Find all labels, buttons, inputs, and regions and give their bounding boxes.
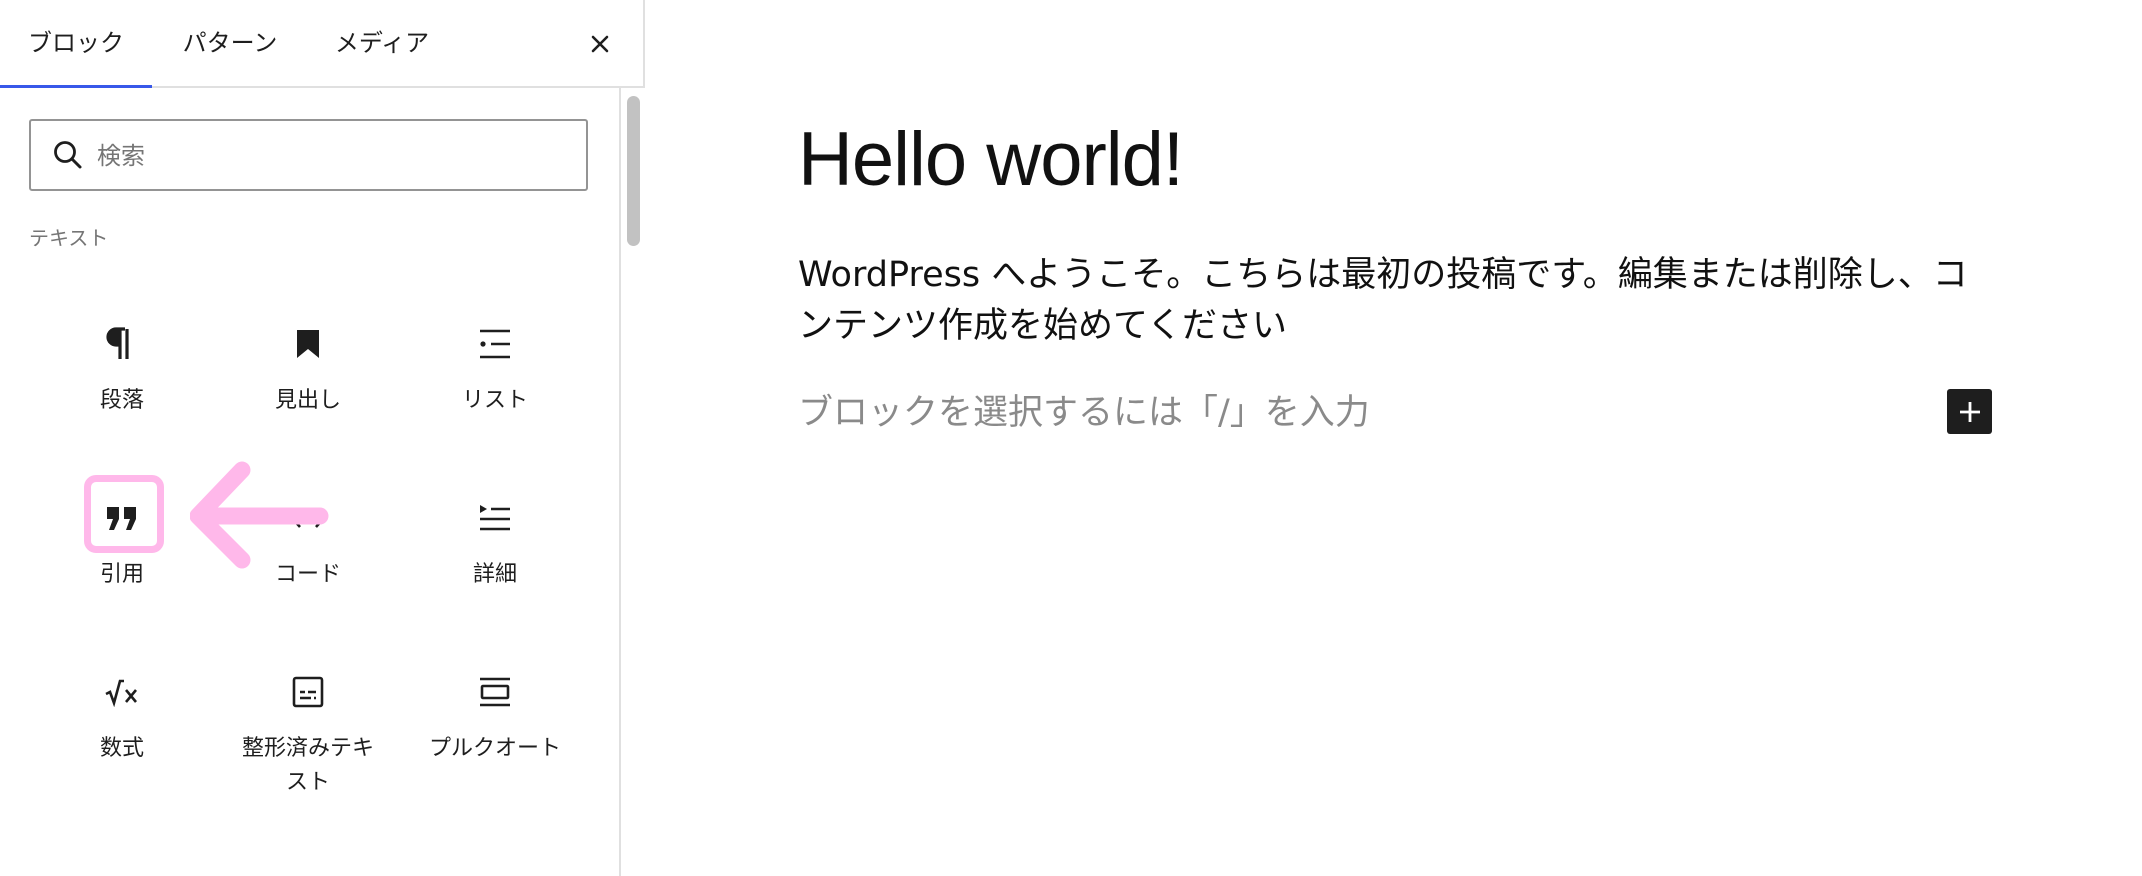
block-label: 数式 bbox=[99, 736, 144, 761]
block-details[interactable]: 詳細 bbox=[410, 494, 580, 592]
details-icon bbox=[480, 505, 510, 531]
list-icon bbox=[480, 329, 510, 359]
add-block-button[interactable] bbox=[1947, 389, 1992, 434]
block-label: プルクオート bbox=[428, 736, 561, 761]
empty-block-placeholder[interactable]: ブロックを選択するには「/」を入力 bbox=[798, 388, 1370, 439]
tab-patterns[interactable]: パターン bbox=[170, 0, 290, 86]
scrollbar-thumb[interactable] bbox=[627, 96, 640, 246]
paragraph-icon bbox=[106, 327, 129, 359]
editor-canvas: Hello world! WordPress へようこそ。こちらは最初の投稿です… bbox=[647, 0, 2142, 876]
search-input[interactable] bbox=[95, 121, 569, 191]
block-pullquote[interactable]: プルクオート bbox=[410, 668, 580, 766]
block-label: リスト bbox=[461, 388, 528, 413]
block-preformatted[interactable]: 整形済みテキスト bbox=[223, 668, 393, 800]
quote-highlight-box bbox=[84, 475, 164, 553]
tab-blocks[interactable]: ブロック bbox=[0, 0, 152, 88]
app: ブロック パターン メディア テキスト bbox=[0, 0, 2142, 876]
block-label: 段落 bbox=[99, 388, 144, 413]
block-label: 詳細 bbox=[472, 562, 517, 587]
search-icon bbox=[54, 141, 82, 169]
block-paragraph[interactable]: 段落 bbox=[37, 320, 207, 418]
math-icon bbox=[105, 679, 137, 707]
close-icon bbox=[591, 35, 609, 53]
preformatted-icon bbox=[292, 676, 324, 708]
block-math[interactable]: 数式 bbox=[37, 668, 207, 766]
category-heading-text: テキスト bbox=[29, 226, 109, 250]
block-inserter-panel: ブロック パターン メディア テキスト bbox=[0, 0, 645, 876]
block-heading[interactable]: 見出し bbox=[223, 320, 393, 418]
paragraph-block[interactable]: WordPress へようこそ。こちらは最初の投稿です。編集または削除し、コンテ… bbox=[798, 250, 1998, 352]
block-label: 見出し bbox=[274, 388, 341, 413]
close-button[interactable] bbox=[580, 24, 620, 64]
inserter-tabs: ブロック パターン メディア bbox=[0, 0, 645, 88]
pullquote-icon bbox=[480, 677, 510, 707]
pointer-arrow-icon bbox=[190, 461, 329, 569]
heading-icon bbox=[297, 330, 319, 358]
post-title[interactable]: Hello world! bbox=[798, 112, 1184, 208]
inserter-scrollbar[interactable] bbox=[619, 88, 645, 876]
block-list[interactable]: リスト bbox=[410, 320, 580, 418]
tab-media[interactable]: メディア bbox=[324, 0, 440, 86]
search-box bbox=[29, 119, 588, 191]
plus-icon bbox=[1959, 401, 1980, 422]
block-label: 引用 bbox=[99, 562, 144, 587]
block-label: 整形済みテキスト bbox=[241, 736, 374, 795]
